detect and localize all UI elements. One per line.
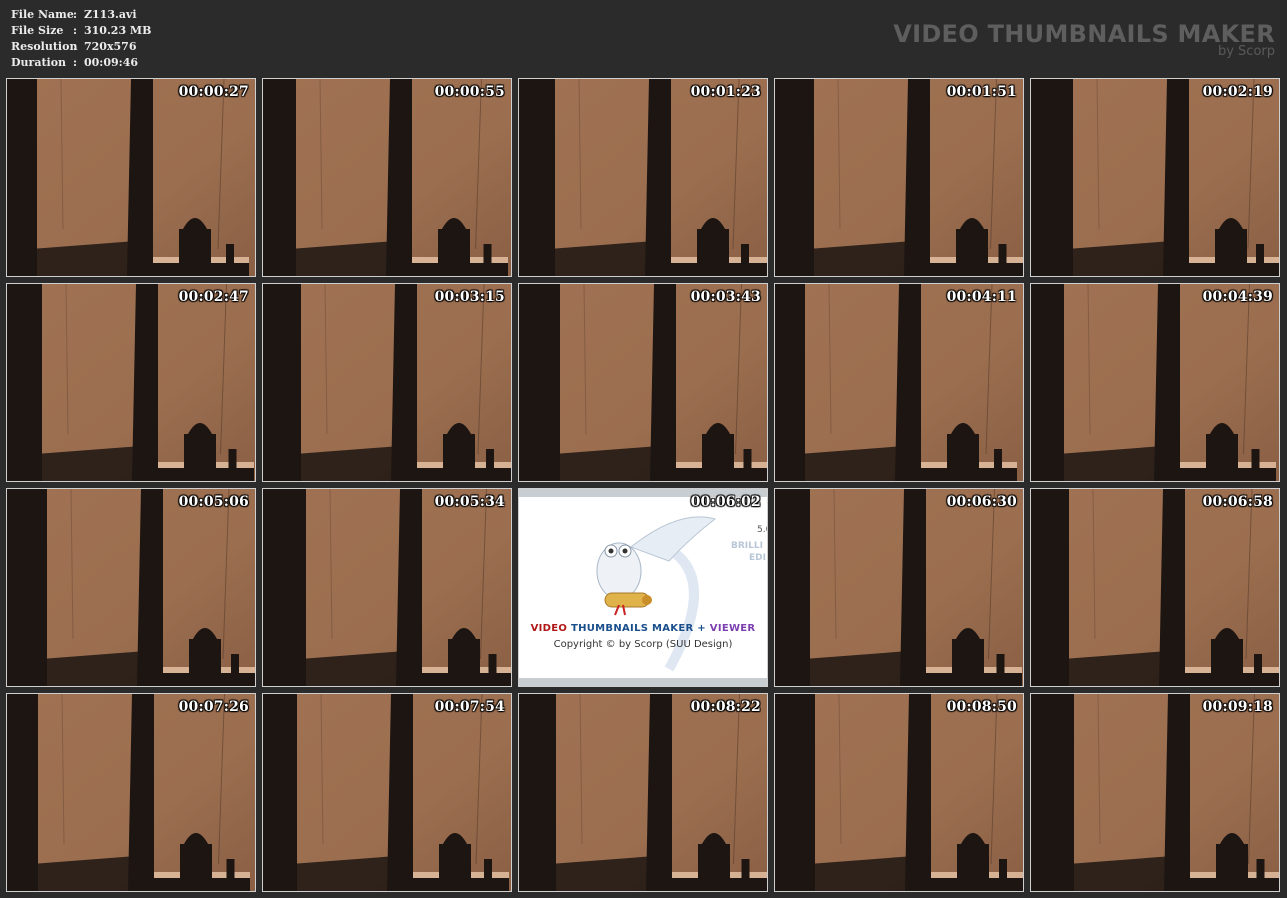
video-frame-image xyxy=(263,694,511,891)
thumbnail-timestamp: 00:03:15 xyxy=(434,289,505,305)
video-frame-image xyxy=(7,284,255,481)
thumbnail-frame[interactable]: 00:08:22 xyxy=(518,693,768,892)
thumbnail-timestamp: 00:06:30 xyxy=(946,494,1017,510)
thumbnail-frame[interactable]: 00:05:06 xyxy=(6,488,256,687)
video-frame-image xyxy=(775,284,1023,481)
logo-word-tm: THUMBNAILS MAKER xyxy=(570,623,694,634)
thumbnail-frame[interactable]: 00:07:26 xyxy=(6,693,256,892)
video-frame-image xyxy=(7,694,255,891)
video-frame-image xyxy=(1031,489,1279,686)
thumbnail-frame[interactable]: 00:03:15 xyxy=(262,283,512,482)
thumbnail-timestamp: 00:08:50 xyxy=(946,699,1017,715)
thumbnail-timestamp: 00:02:19 xyxy=(1202,84,1273,100)
thumbnail-frame[interactable]: 00:06:58 xyxy=(1030,488,1280,687)
thumbnail-timestamp: 00:06:02 xyxy=(690,494,761,510)
logo-product-name: VIDEO THUMBNAILS MAKER + VIEWER xyxy=(519,623,767,634)
thumbnail-timestamp: 00:00:27 xyxy=(178,84,249,100)
video-frame-image xyxy=(775,489,1023,686)
thumbnail-timestamp: 00:07:54 xyxy=(434,699,505,715)
thumbnail-timestamp: 00:05:34 xyxy=(434,494,505,510)
video-frame-image xyxy=(263,489,511,686)
thumbnail-frame[interactable]: 00:09:18 xyxy=(1030,693,1280,892)
thumbnail-frame[interactable]: 00:00:55 xyxy=(262,78,512,277)
thumbnail-grid: 00:00:27 00:00:55 00:01:23 00:01:51 00:02:19… xyxy=(0,0,1287,898)
owl-logo-image xyxy=(519,489,767,686)
thumbnail-frame[interactable]: 00:02:19 xyxy=(1030,78,1280,277)
thumbnail-timestamp: 00:08:22 xyxy=(690,699,761,715)
logo-copyright: Copyright © by Scorp (SUU Design) xyxy=(553,639,733,650)
video-frame-image xyxy=(775,79,1023,276)
thumbnail-timestamp: 00:05:06 xyxy=(178,494,249,510)
video-frame-image xyxy=(775,694,1023,891)
thumbnail-frame[interactable]: 00:05:34 xyxy=(262,488,512,687)
thumbnail-frame[interactable]: 00:04:39 xyxy=(1030,283,1280,482)
thumbnail-timestamp: 00:03:43 xyxy=(690,289,761,305)
thumbnail-frame[interactable]: 00:00:27 xyxy=(6,78,256,277)
logo-word-plus: + xyxy=(697,623,706,634)
thumbnail-logo-frame[interactable]: 5.0 BRILLI EDI VIDEO THUMBNAILS MAKER + VIE… xyxy=(518,488,768,687)
thumbnail-frame[interactable]: 00:02:47 xyxy=(6,283,256,482)
thumbnail-timestamp: 00:01:51 xyxy=(946,84,1017,100)
video-frame-image xyxy=(7,79,255,276)
thumbnail-timestamp: 00:09:18 xyxy=(1202,699,1273,715)
thumbnail-frame[interactable]: 00:07:54 xyxy=(262,693,512,892)
video-frame-image xyxy=(1031,79,1279,276)
thumbnail-timestamp: 00:01:23 xyxy=(690,84,761,100)
video-frame-image xyxy=(1031,694,1279,891)
video-frame-image xyxy=(263,284,511,481)
logo-word-viewer: VIEWER xyxy=(709,623,756,634)
video-frame-image xyxy=(519,79,767,276)
thumbnail-timestamp: 00:06:58 xyxy=(1202,494,1273,510)
thumbnail-frame[interactable]: 00:01:51 xyxy=(774,78,1024,277)
thumbnail-frame[interactable]: 00:06:30 xyxy=(774,488,1024,687)
video-frame-image xyxy=(7,489,255,686)
video-frame-image xyxy=(1031,284,1279,481)
video-frame-image xyxy=(263,79,511,276)
logo-edition-line1: BRILLI xyxy=(731,541,763,551)
thumbnail-timestamp: 00:04:11 xyxy=(946,289,1017,305)
thumbnail-timestamp: 00:00:55 xyxy=(434,84,505,100)
logo-version: 5.0 xyxy=(757,525,767,535)
thumbnail-timestamp: 00:02:47 xyxy=(178,289,249,305)
thumbnail-timestamp: 00:04:39 xyxy=(1202,289,1273,305)
logo-edition-line2: EDI xyxy=(749,553,766,563)
logo-word-video: VIDEO xyxy=(530,623,568,634)
thumbnail-frame[interactable]: 00:03:43 xyxy=(518,283,768,482)
thumbnail-frame[interactable]: 00:04:11 xyxy=(774,283,1024,482)
thumbnail-frame[interactable]: 00:08:50 xyxy=(774,693,1024,892)
thumbnail-timestamp: 00:07:26 xyxy=(178,699,249,715)
thumbnail-frame[interactable]: 00:01:23 xyxy=(518,78,768,277)
video-frame-image xyxy=(519,284,767,481)
video-frame-image xyxy=(519,694,767,891)
